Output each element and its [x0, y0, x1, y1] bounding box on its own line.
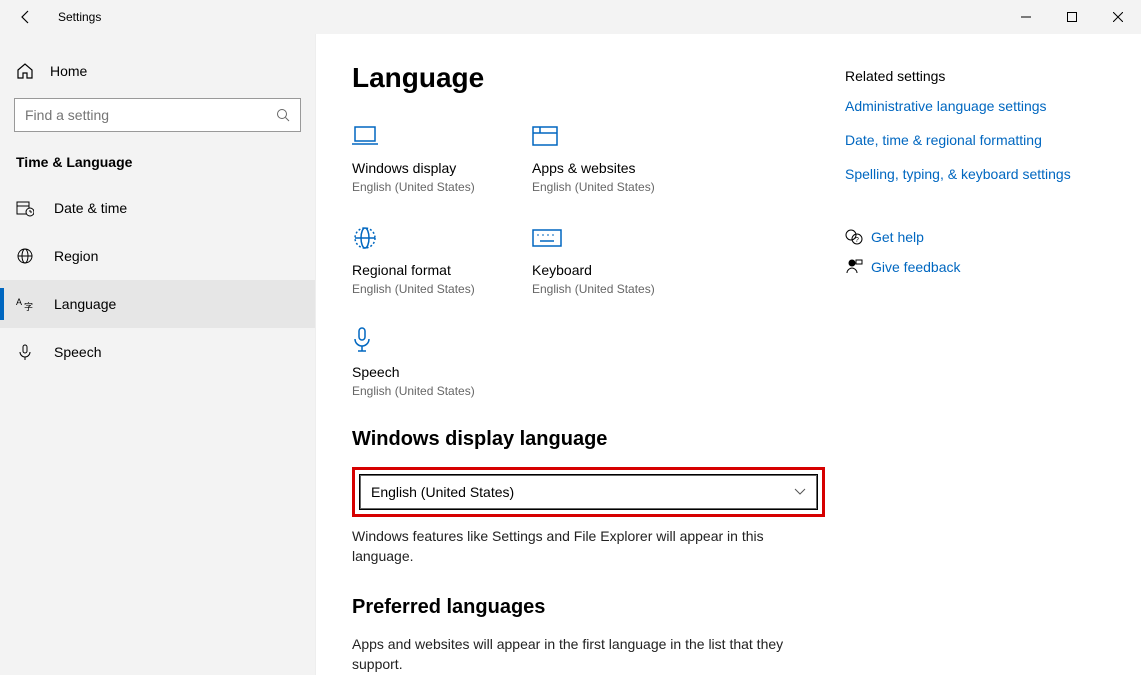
language-icon: A字	[16, 295, 38, 313]
page-title: Language	[352, 62, 825, 94]
microphone-icon	[16, 343, 38, 361]
calendar-clock-icon	[16, 199, 38, 217]
home-nav[interactable]: Home	[0, 56, 315, 86]
tile-regional-format[interactable]: Regional format English (United States)	[352, 224, 492, 296]
svg-text:?: ?	[855, 237, 859, 244]
tile-sub: English (United States)	[352, 180, 492, 194]
link-date-time-formatting[interactable]: Date, time & regional formatting	[845, 132, 1105, 148]
back-button[interactable]	[18, 9, 38, 25]
browser-icon	[532, 122, 672, 150]
close-button[interactable]	[1095, 0, 1141, 34]
link-spelling-keyboard[interactable]: Spelling, typing, & keyboard settings	[845, 166, 1105, 182]
section-display-language: Windows display language	[352, 428, 825, 451]
display-help-text: Windows features like Settings and File …	[352, 527, 825, 566]
search-box[interactable]	[14, 98, 301, 132]
sidebar-item-speech[interactable]: Speech	[0, 328, 315, 376]
sidebar-item-language[interactable]: A字 Language	[0, 280, 315, 328]
category-label: Time & Language	[0, 148, 315, 184]
tile-sub: English (United States)	[532, 180, 672, 194]
get-help-link[interactable]: ? Get help	[845, 228, 1105, 246]
section-preferred-languages: Preferred languages	[352, 596, 825, 619]
sidebar-item-label: Speech	[54, 344, 101, 360]
tile-speech[interactable]: Speech English (United States)	[352, 326, 492, 398]
tile-apps-websites[interactable]: Apps & websites English (United States)	[532, 122, 672, 194]
minimize-button[interactable]	[1003, 0, 1049, 34]
chevron-down-icon	[794, 488, 806, 496]
app-title: Settings	[58, 10, 101, 24]
home-icon	[16, 62, 38, 80]
sidebar-item-label: Date & time	[54, 200, 127, 216]
search-icon	[276, 108, 290, 122]
microphone-icon	[352, 326, 492, 354]
highlight-box: English (United States)	[352, 467, 825, 517]
tile-title: Apps & websites	[532, 160, 672, 176]
tile-title: Windows display	[352, 160, 492, 176]
sidebar-item-region[interactable]: Region	[0, 232, 315, 280]
tile-sub: English (United States)	[532, 282, 672, 296]
globe-icon	[16, 247, 38, 265]
sidebar-item-label: Language	[54, 296, 116, 312]
globe-dotted-icon	[352, 224, 492, 252]
feedback-icon	[845, 258, 871, 276]
give-feedback-link[interactable]: Give feedback	[845, 258, 1105, 276]
give-feedback-label: Give feedback	[871, 259, 961, 275]
svg-text:字: 字	[24, 301, 33, 312]
tile-sub: English (United States)	[352, 384, 492, 398]
tile-windows-display[interactable]: Windows display English (United States)	[352, 122, 492, 194]
tile-title: Regional format	[352, 262, 492, 278]
maximize-button[interactable]	[1049, 0, 1095, 34]
display-language-dropdown[interactable]: English (United States)	[360, 475, 817, 509]
get-help-label: Get help	[871, 229, 924, 245]
related-settings-header: Related settings	[845, 68, 1105, 84]
help-icon: ?	[845, 228, 871, 246]
keyboard-icon	[532, 224, 672, 252]
laptop-icon	[352, 122, 492, 150]
search-input[interactable]	[25, 107, 276, 123]
sidebar-item-label: Region	[54, 248, 98, 264]
tile-title: Keyboard	[532, 262, 672, 278]
svg-text:A: A	[16, 297, 22, 307]
tile-sub: English (United States)	[352, 282, 492, 296]
sidebar-item-date-time[interactable]: Date & time	[0, 184, 315, 232]
home-label: Home	[50, 63, 87, 79]
tile-title: Speech	[352, 364, 492, 380]
dropdown-value: English (United States)	[371, 484, 514, 500]
preferred-help-text: Apps and websites will appear in the fir…	[352, 635, 825, 674]
link-admin-language[interactable]: Administrative language settings	[845, 98, 1105, 114]
tile-keyboard[interactable]: Keyboard English (United States)	[532, 224, 672, 296]
